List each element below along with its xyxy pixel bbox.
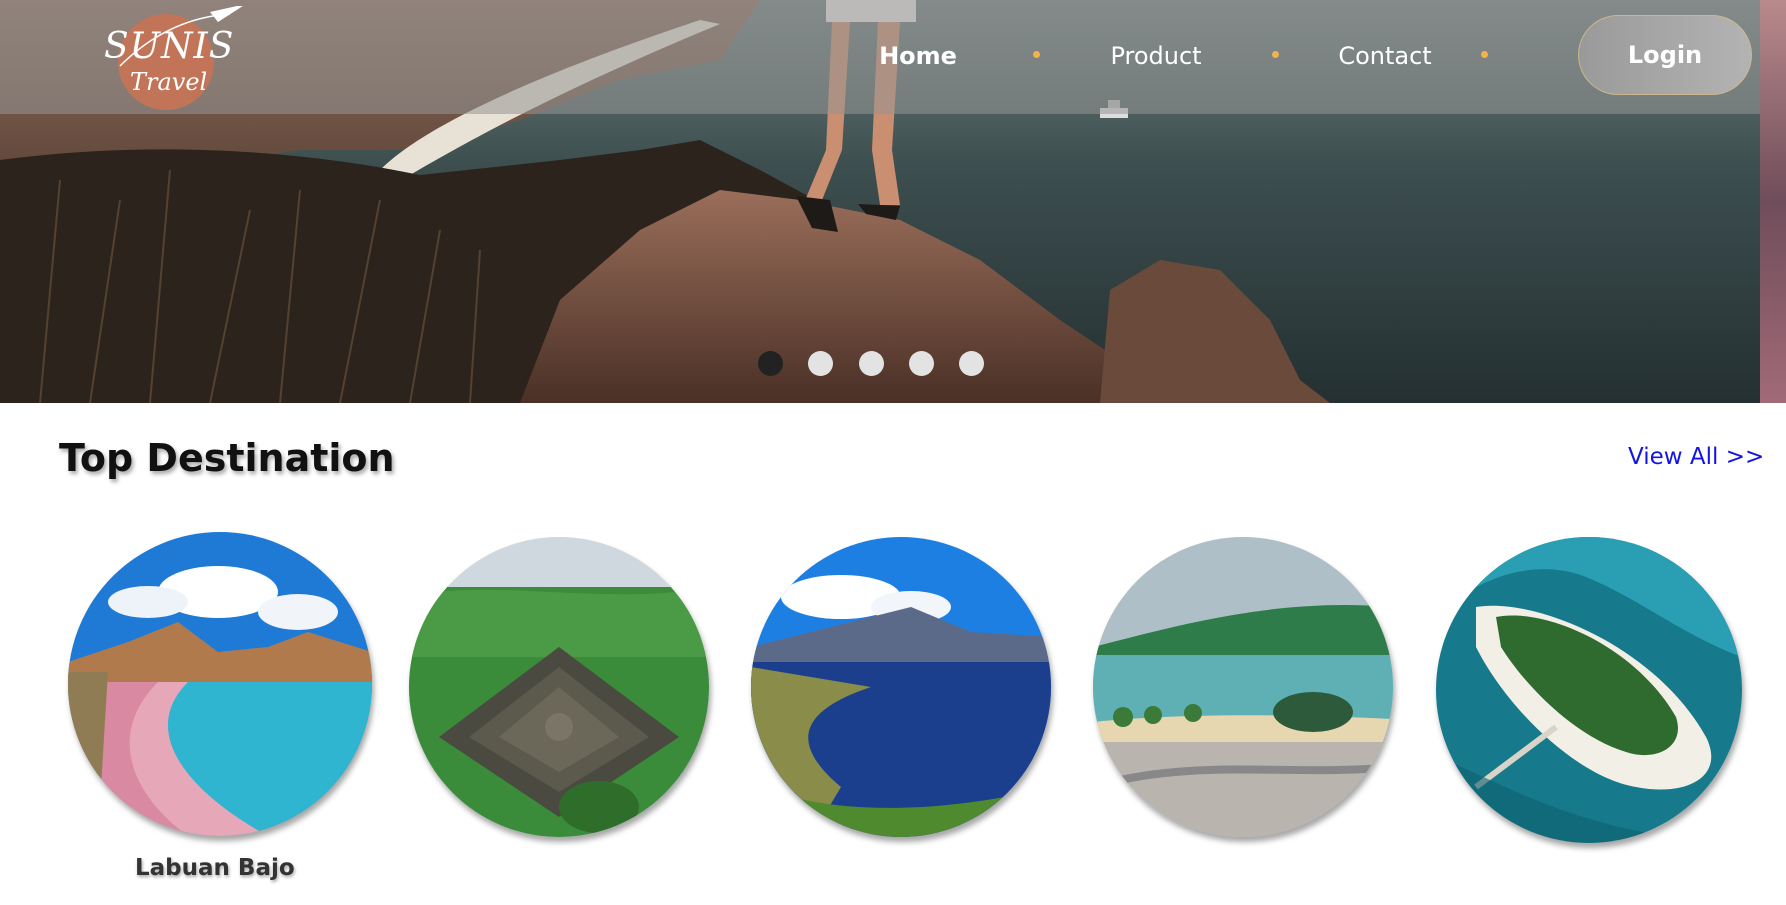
- destination-label: Labuan Bajo: [135, 855, 295, 881]
- nav-product[interactable]: Product: [1100, 38, 1212, 74]
- brand-logo[interactable]: SUNIS Travel: [100, 4, 250, 116]
- destination-photo: [409, 537, 709, 837]
- destination-card[interactable]: [409, 537, 709, 837]
- carousel-dot-2[interactable]: [808, 351, 833, 376]
- carousel-dot-4[interactable]: [909, 351, 934, 376]
- logo-text-top: SUNIS: [104, 26, 235, 67]
- destination-card[interactable]: [751, 537, 1051, 837]
- destination-photo: [1436, 537, 1742, 843]
- nav-contact[interactable]: Contact: [1335, 38, 1435, 74]
- destination-card[interactable]: [1093, 537, 1393, 837]
- carousel-indicators: [0, 351, 1760, 377]
- destination-card-labuan-bajo[interactable]: [68, 532, 372, 836]
- nav-separator-dot: [1272, 51, 1279, 58]
- view-all-link[interactable]: View All >>: [1628, 444, 1764, 470]
- hero-banner: SUNIS Travel Home Product Contact Login: [0, 0, 1760, 403]
- carousel-dot-3[interactable]: [859, 351, 884, 376]
- nav-separator-dot: [1481, 51, 1488, 58]
- destination-card[interactable]: [1436, 537, 1742, 843]
- section-title: Top Destination: [59, 436, 395, 480]
- nav-home[interactable]: Home: [870, 38, 966, 74]
- destination-photo: [68, 532, 372, 836]
- carousel-dot-5[interactable]: [959, 351, 984, 376]
- logo-text-bottom: Travel: [130, 68, 208, 96]
- destination-photo: [1093, 537, 1393, 837]
- login-button[interactable]: Login: [1578, 15, 1752, 95]
- nav-separator-dot: [1033, 51, 1040, 58]
- destination-photo: [751, 537, 1051, 837]
- next-slide-preview: [1760, 0, 1786, 403]
- carousel-dot-1[interactable]: [758, 351, 783, 376]
